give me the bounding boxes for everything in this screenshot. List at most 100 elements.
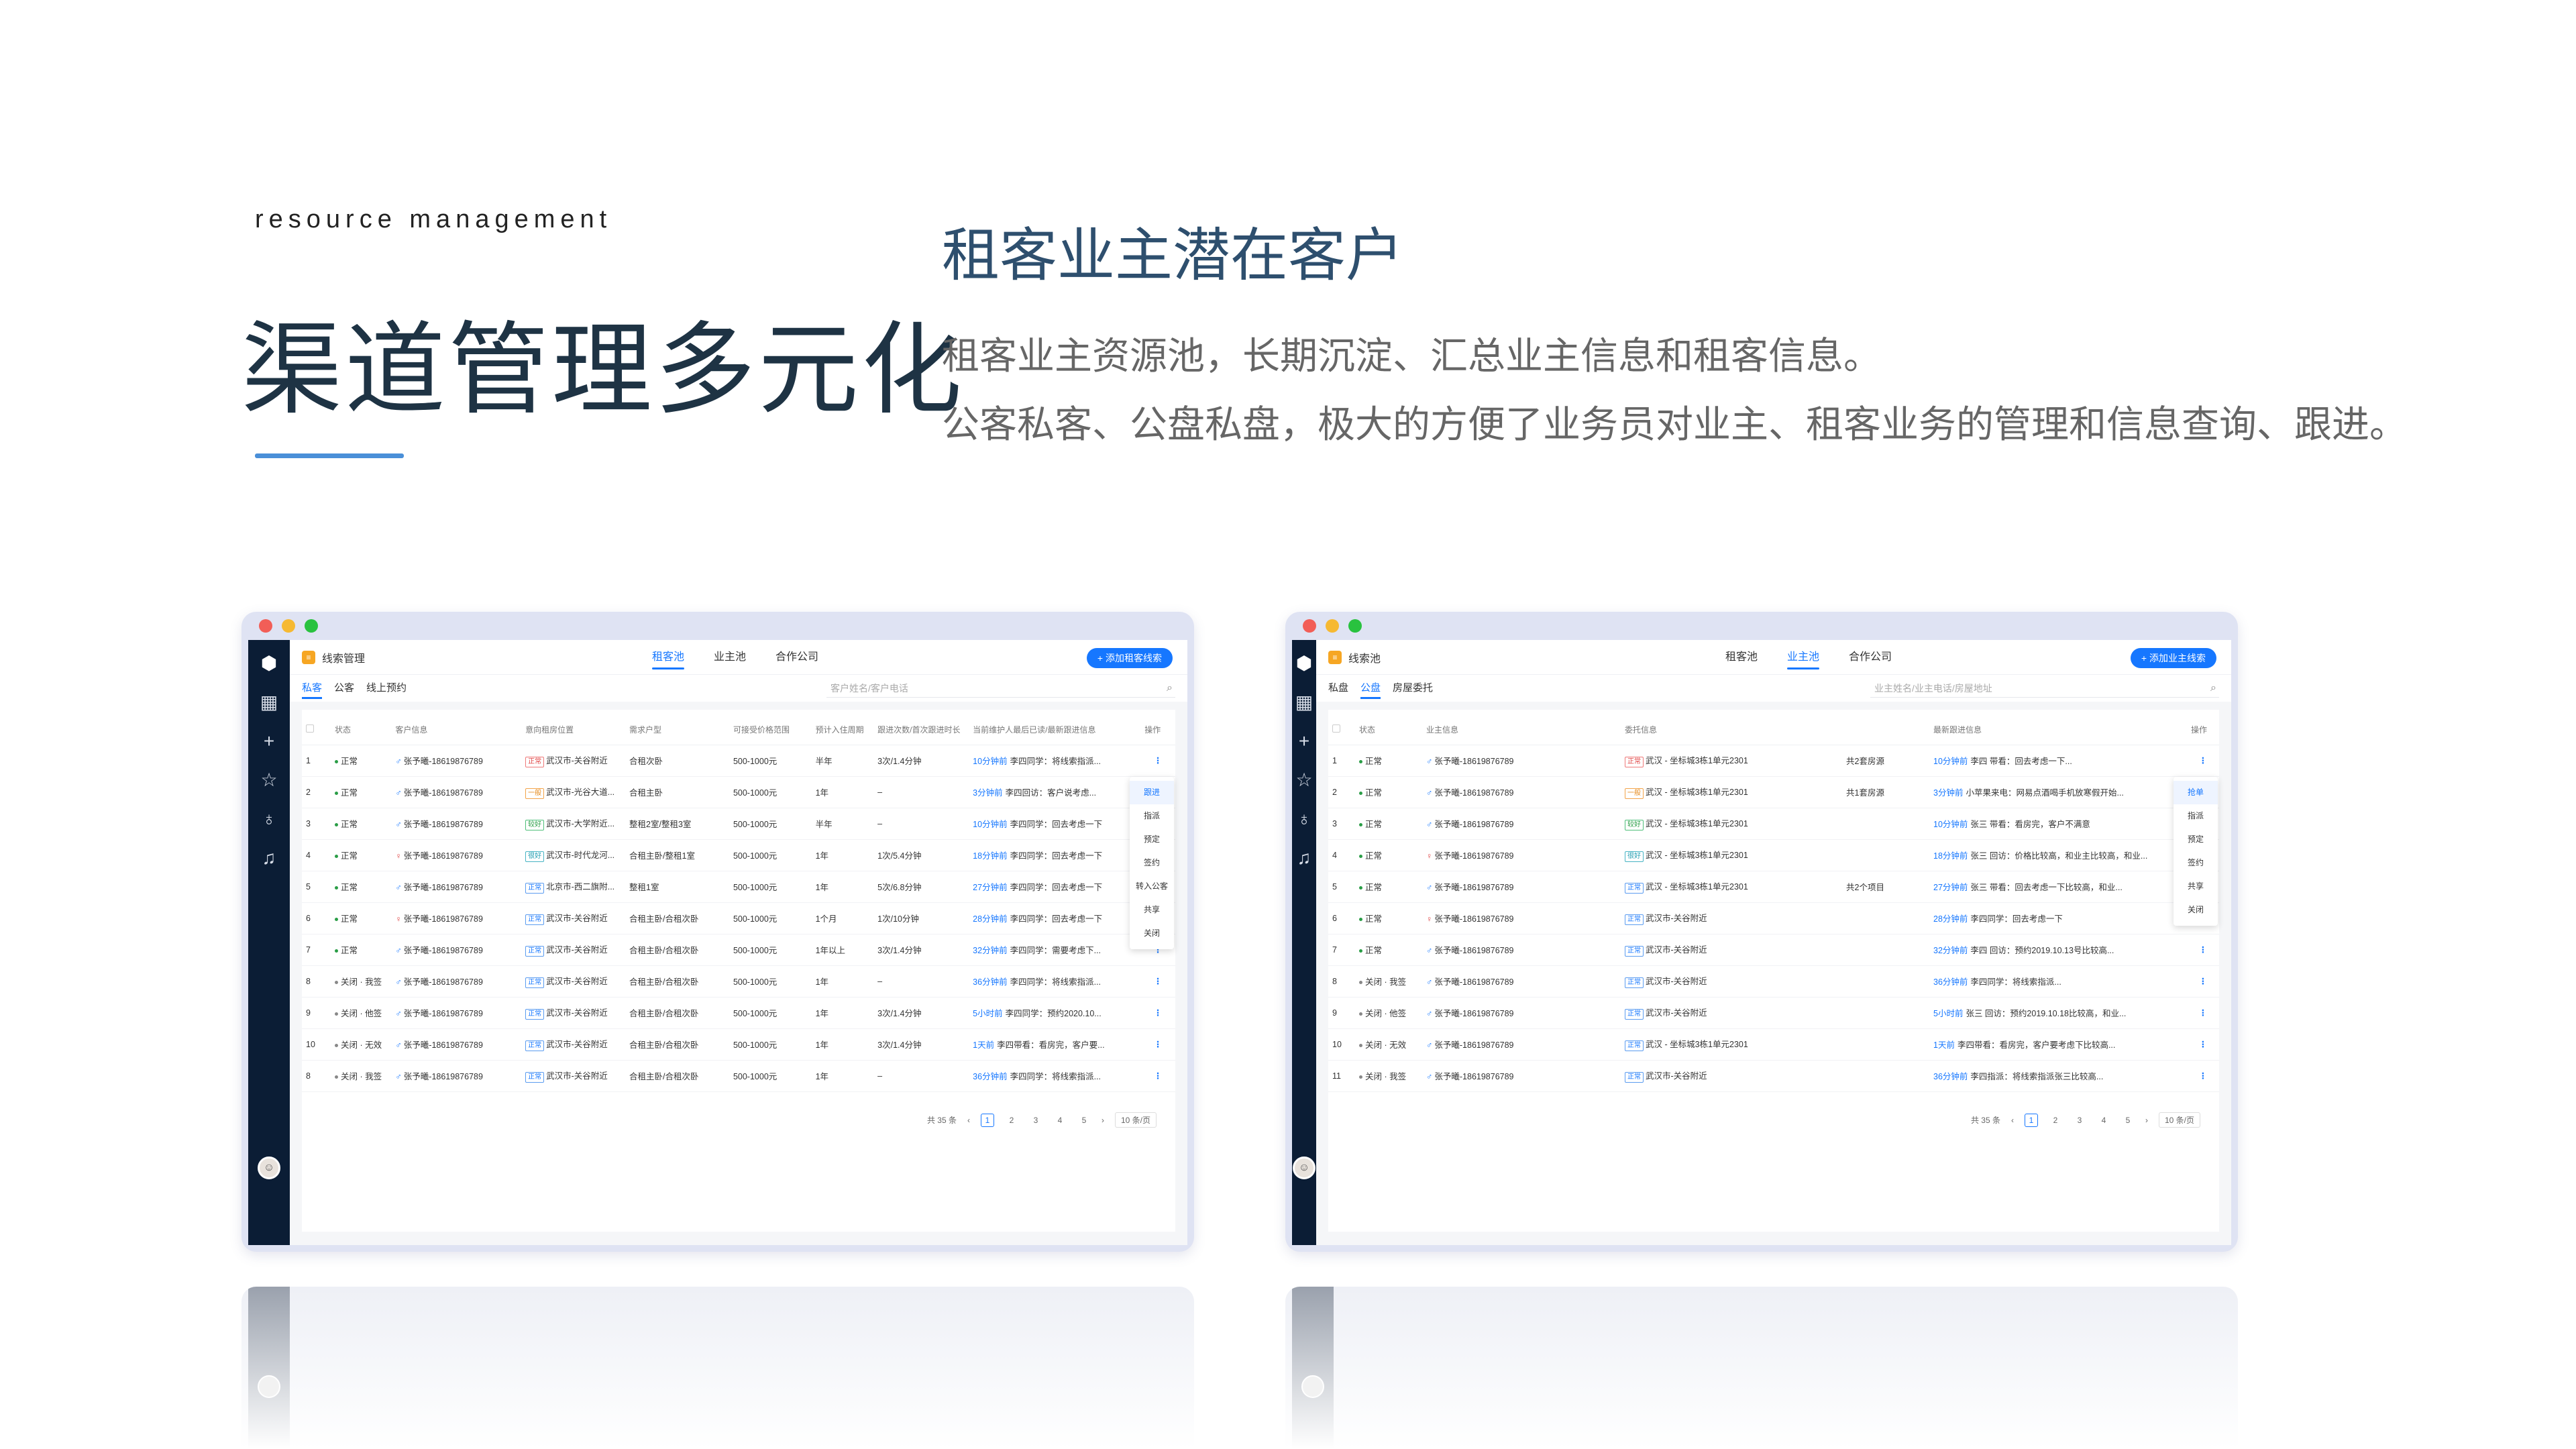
page-number[interactable]: 1: [2024, 1113, 2038, 1127]
next-page-icon[interactable]: ›: [1102, 1116, 1104, 1125]
page-number[interactable]: 4: [1053, 1116, 1067, 1125]
table-row[interactable]: 8 关闭 · 我签 ♂ 张予曦-18619876789 正常 武汉市-关谷附近 36分钟前李…: [1328, 965, 2219, 998]
subtab-online-booking[interactable]: 线上预约: [366, 675, 407, 702]
more-actions-icon[interactable]: ⋮: [1140, 997, 1175, 1029]
star-icon[interactable]: ☆: [259, 770, 279, 790]
page-number[interactable]: 2: [2049, 1116, 2062, 1125]
menu-item[interactable]: 签约: [1130, 851, 1174, 875]
select-all-checkbox[interactable]: [1332, 724, 1340, 733]
subtab-house-entrust[interactable]: 房屋委托: [1393, 675, 1433, 702]
table-row[interactable]: 10 关闭 · 无效 ♂ 张予曦-18619876789 正常 武汉 - 坐标城3栋1单元…: [1328, 1028, 2219, 1061]
tab-tenant-pool[interactable]: 租客池: [1725, 640, 1758, 675]
table-row[interactable]: 11 关闭 · 我签 ♂ 张予曦-18619876789 正常 武汉市-关谷附近 36分钟前…: [1328, 1060, 2219, 1092]
menu-item[interactable]: 共享: [1130, 898, 1174, 922]
table-row[interactable]: 6 正常 ♀ 张予曦-18619876789 正常 武汉市-关谷附近 合租主卧/合租次卧 50…: [302, 902, 1175, 934]
maximize-window-button[interactable]: [305, 619, 318, 633]
money-bag-icon[interactable]: ♁: [259, 809, 279, 829]
menu-item[interactable]: 跟进: [1130, 781, 1174, 804]
select-all-header[interactable]: [302, 715, 331, 745]
money-bag-icon[interactable]: ♁: [1294, 809, 1314, 829]
table-row[interactable]: 1 正常 ♂ 张予曦-18619876789 正常 武汉市-关谷附近 合租次卧 500-100…: [302, 745, 1175, 777]
prev-page-icon[interactable]: ‹: [967, 1116, 970, 1125]
menu-item[interactable]: 关闭: [2174, 898, 2218, 922]
menu-item[interactable]: 转入公客: [1130, 875, 1174, 898]
more-actions-icon[interactable]: ⋮: [2187, 934, 2219, 966]
cube-logo-icon[interactable]: ⬢: [259, 653, 279, 674]
more-actions-icon[interactable]: ⋮: [1140, 1028, 1175, 1061]
page-number[interactable]: 2: [1005, 1116, 1018, 1125]
next-page-icon[interactable]: ›: [2145, 1116, 2148, 1125]
star-icon[interactable]: ☆: [1294, 770, 1314, 790]
grid-icon[interactable]: ▦: [259, 692, 279, 712]
close-window-button[interactable]: [1303, 619, 1316, 633]
page-number[interactable]: 3: [2073, 1116, 2086, 1125]
tab-owner-pool[interactable]: 业主池: [714, 640, 746, 675]
page-number[interactable]: 3: [1029, 1116, 1042, 1125]
table-row[interactable]: 7 正常 ♂ 张予曦-18619876789 正常 武汉市-关谷附近 32分钟前 李四 回访：…: [1328, 934, 2219, 966]
table-row[interactable]: 3 正常 ♂ 张予曦-18619876789 较好 武汉市-大学附近... 整租2室/整租3…: [302, 808, 1175, 840]
more-actions-icon[interactable]: ⋮: [1140, 965, 1175, 998]
menu-item[interactable]: 抢单: [2174, 781, 2218, 804]
add-tenant-lead-button[interactable]: + 添加租客线索: [1086, 648, 1173, 668]
table-row[interactable]: 5 正常 ♂ 张予曦-18619876789 正常 北京市-西二旗附... 整租1室 500-…: [302, 871, 1175, 903]
table-row[interactable]: 8 关闭 · 我签 ♂ 张予曦-18619876789 正常 武汉市-关谷附近 合租主卧/合…: [302, 965, 1175, 998]
menu-item[interactable]: 预定: [2174, 828, 2218, 851]
search-input[interactable]: 业主姓名/业主电话/房屋地址 ⌕: [1870, 679, 2219, 698]
table-row[interactable]: 8 关闭 · 我签 ♂ 张予曦-18619876789 正常 武汉市-关谷附近 合租主卧/合…: [302, 1060, 1175, 1092]
tab-owner-pool[interactable]: 业主池: [1787, 640, 1820, 675]
menu-item[interactable]: 关闭: [1130, 922, 1174, 945]
close-window-button[interactable]: [259, 619, 272, 633]
menu-item[interactable]: 签约: [2174, 851, 2218, 875]
table-row[interactable]: 2 正常 ♂ 张予曦-18619876789 一般 武汉 - 坐标城3栋1单元2301 共1…: [1328, 776, 2219, 808]
bell-icon[interactable]: ♫: [259, 848, 279, 868]
cube-logo-icon[interactable]: ⬢: [1294, 653, 1314, 674]
page-number[interactable]: 5: [1077, 1116, 1091, 1125]
maximize-window-button[interactable]: [1348, 619, 1362, 633]
minimize-window-button[interactable]: [282, 619, 295, 633]
more-actions-icon[interactable]: ⋮: [2187, 1060, 2219, 1092]
menu-item[interactable]: 预定: [1130, 828, 1174, 851]
tab-partner-company[interactable]: 合作公司: [775, 640, 818, 675]
page-size-select[interactable]: 10 条/页: [2158, 1112, 2200, 1128]
tab-partner-company[interactable]: 合作公司: [1849, 640, 1892, 675]
grid-icon[interactable]: ▦: [1294, 692, 1314, 712]
table-row[interactable]: 4 正常 ♀ 张予曦-18619876789 很好 武汉市-时代龙河... 合租主卧/整租1…: [302, 839, 1175, 871]
prev-page-icon[interactable]: ‹: [2011, 1116, 2014, 1125]
avatar[interactable]: ☺: [258, 1157, 280, 1179]
subtab-public-listing[interactable]: 公盘: [1360, 675, 1381, 702]
subtab-private-listing[interactable]: 私盘: [1328, 675, 1348, 702]
table-row[interactable]: 3 正常 ♂ 张予曦-18619876789 较好 武汉 - 坐标城3栋1单元2301 10…: [1328, 808, 2219, 840]
more-actions-icon[interactable]: ⋮: [2187, 965, 2219, 998]
bell-icon[interactable]: ♫: [1294, 848, 1314, 868]
menu-item[interactable]: 指派: [1130, 804, 1174, 828]
add-owner-lead-button[interactable]: + 添加业主线索: [2130, 648, 2216, 668]
select-all-header[interactable]: [1328, 715, 1355, 745]
page-number[interactable]: 4: [2097, 1116, 2110, 1125]
plus-icon[interactable]: +: [259, 731, 279, 751]
table-row[interactable]: 2 正常 ♂ 张予曦-18619876789 一般 武汉市-光谷大道... 合租主卧 500-…: [302, 776, 1175, 808]
more-actions-icon[interactable]: ⋮: [2187, 997, 2219, 1029]
page-number[interactable]: 5: [2121, 1116, 2135, 1125]
page-number[interactable]: 1: [980, 1113, 994, 1127]
subtab-private[interactable]: 私客: [302, 675, 323, 702]
table-row[interactable]: 9 关闭 · 他签 ♂ 张予曦-18619876789 正常 武汉市-关谷附近 合租主卧/合…: [302, 997, 1175, 1029]
table-row[interactable]: 4 正常 ♀ 张予曦-18619876789 很好 武汉 - 坐标城3栋1单元2301 18…: [1328, 839, 2219, 871]
subtab-public[interactable]: 公客: [334, 675, 354, 702]
plus-icon[interactable]: +: [1294, 731, 1314, 751]
search-input[interactable]: 客户姓名/客户电话 ⌕: [826, 679, 1175, 698]
more-actions-icon[interactable]: ⋮: [1140, 1060, 1175, 1092]
avatar[interactable]: ☺: [1293, 1157, 1316, 1179]
more-actions-icon[interactable]: ⋮: [2187, 745, 2219, 777]
menu-item[interactable]: 共享: [2174, 875, 2218, 898]
table-row[interactable]: 5 正常 ♂ 张予曦-18619876789 正常 武汉 - 坐标城3栋1单元2301 共2…: [1328, 871, 2219, 903]
more-actions-icon[interactable]: ⋮: [1140, 745, 1175, 777]
table-row[interactable]: 1 正常 ♂ 张予曦-18619876789 正常 武汉 - 坐标城3栋1单元2301 共2…: [1328, 745, 2219, 777]
search-icon[interactable]: ⌕: [1167, 679, 1173, 698]
minimize-window-button[interactable]: [1326, 619, 1339, 633]
menu-item[interactable]: 指派: [2174, 804, 2218, 828]
page-size-select[interactable]: 10 条/页: [1114, 1112, 1157, 1128]
table-row[interactable]: 7 正常 ♂ 张予曦-18619876789 正常 武汉市-关谷附近 合租主卧/合租次卧 50…: [302, 934, 1175, 966]
search-icon[interactable]: ⌕: [2210, 679, 2216, 698]
table-row[interactable]: 9 关闭 · 他签 ♂ 张予曦-18619876789 正常 武汉市-关谷附近 5小时前 张三…: [1328, 997, 2219, 1029]
table-row[interactable]: 10 关闭 · 无效 ♂ 张予曦-18619876789 正常 武汉市-关谷附近 合租主卧/…: [302, 1028, 1175, 1061]
